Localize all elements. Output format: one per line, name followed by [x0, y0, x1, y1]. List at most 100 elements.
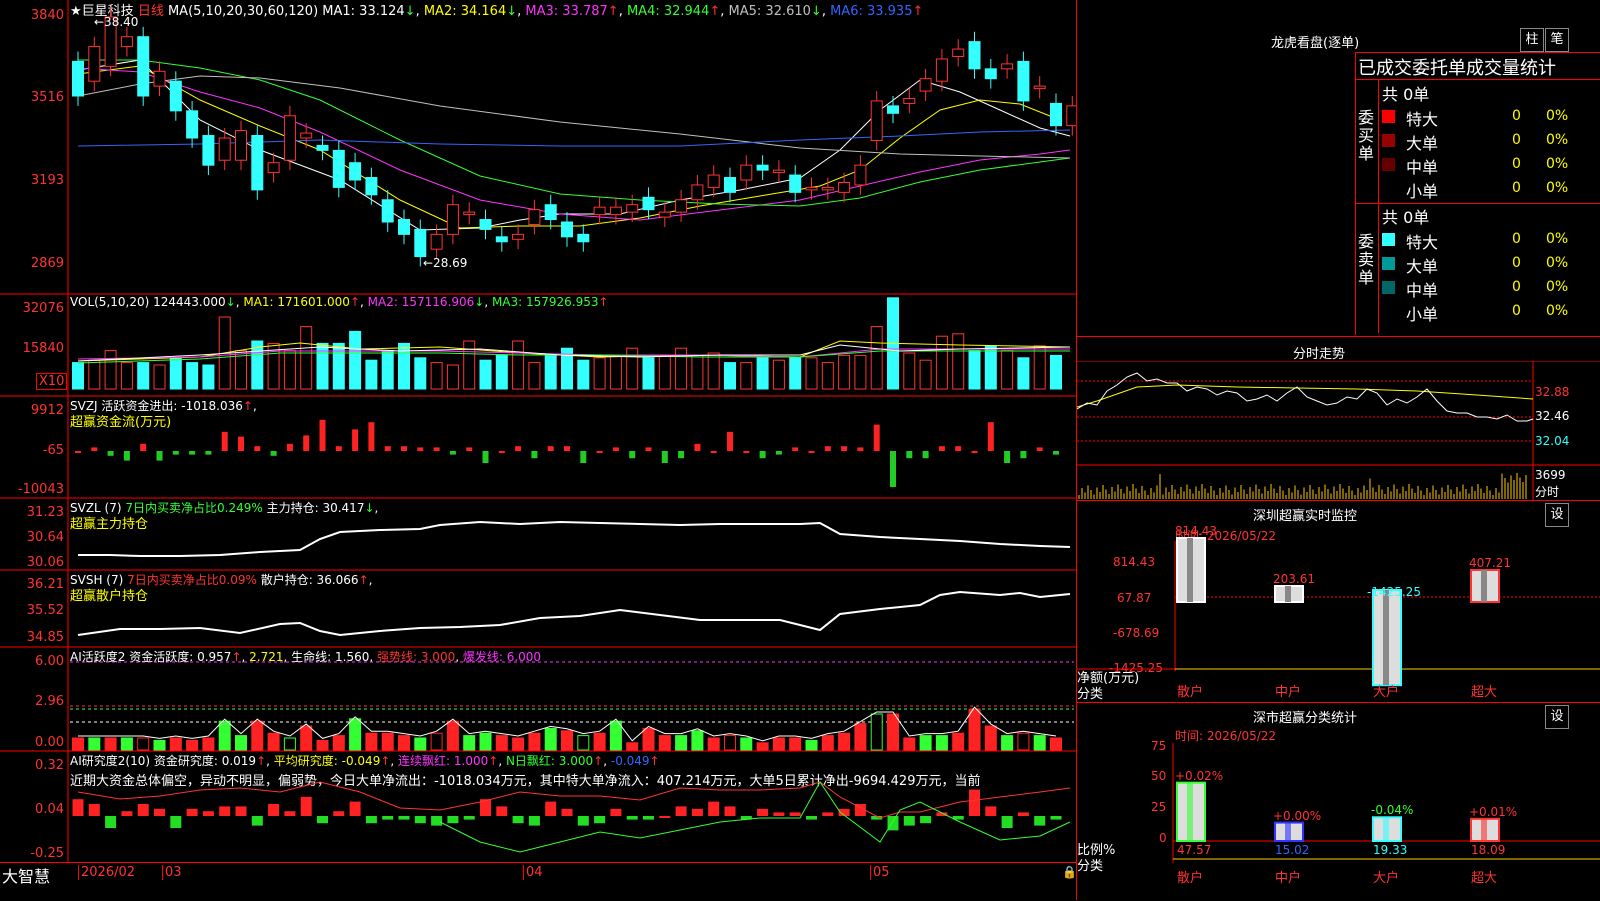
- vol-bar: [479, 359, 492, 390]
- fund-flow-bar: [254, 446, 261, 451]
- sell-row: 中单 0 0%: [1380, 276, 1600, 300]
- svzl-panel[interactable]: SVZL (7) 7日内买卖净占比0.249% 主力持仓: 30.417↓, 超…: [0, 499, 1076, 571]
- fund-flow-bar: [1004, 451, 1011, 463]
- fund-flow-bar: [629, 451, 636, 459]
- fund-flow-bar: [661, 451, 668, 463]
- research-bar: [757, 808, 769, 816]
- sell-pct: 0%: [1546, 279, 1569, 295]
- research-bar: [1050, 816, 1062, 820]
- vol-bar: [838, 354, 851, 390]
- realtime-panel[interactable]: 深圳超赢实时监控 设 时间: 2026/05/22 814.43 67.87 -…: [1077, 500, 1600, 703]
- fund-flow-bar: [775, 451, 782, 455]
- activity-bar: [968, 708, 981, 751]
- buy-label: 小单: [1406, 182, 1439, 201]
- candle-body: [772, 169, 785, 174]
- legend-swatch: [1382, 158, 1395, 171]
- date-label: 05: [870, 865, 890, 880]
- activity-bar: [316, 739, 329, 751]
- intraday-panel[interactable]: 分时走势 32.88 32.46 32.04 3699 分时: [1077, 336, 1600, 501]
- research-bar: [789, 812, 801, 816]
- classify-value-label: 47.57: [1177, 843, 1212, 857]
- candle-body: [120, 36, 133, 48]
- ai-active-panel[interactable]: AI活跃度2 资金活跃度: 0.957↑, 2.721, 生命线: 1.560,…: [0, 648, 1076, 752]
- candle-body: [577, 233, 590, 243]
- activity-bar: [104, 737, 117, 751]
- candle-body: [1033, 85, 1046, 90]
- research-bar: [626, 816, 638, 820]
- date-label: 04: [523, 865, 543, 880]
- candle-body: [251, 135, 264, 191]
- kline-panel[interactable]: ★巨星科技 日线 MA(5,10,20,30,60,120) MA1: 33.1…: [0, 0, 1076, 295]
- fund-flow-bar: [938, 446, 945, 451]
- research-bar: [219, 806, 231, 816]
- vol-bar: [169, 357, 182, 390]
- tick-mode-button[interactable]: 笔: [1545, 28, 1569, 52]
- vol-bar: [153, 364, 166, 390]
- intraday-title: 分时走势: [1293, 347, 1346, 362]
- buy-group-label: 委买单: [1358, 108, 1375, 163]
- candle-body: [593, 206, 606, 216]
- activity-bar: [658, 735, 671, 751]
- fund-flow-bar: [922, 451, 929, 459]
- research-bar: [349, 801, 361, 816]
- vol-bar: [104, 350, 117, 390]
- ai-research-panel[interactable]: AI研究度2(10) 资金研究度: 0.019↑, 平均研究度: -0.049↑…: [0, 752, 1076, 862]
- buy-total: 共 0单: [1382, 85, 1430, 104]
- bar-mode-button[interactable]: 柱: [1520, 28, 1544, 52]
- candle-body: [332, 149, 345, 188]
- svzj-panel[interactable]: SVZJ 活跃资金进出: -1018.036↑, 超赢资金流(万元) 9912 …: [0, 397, 1076, 499]
- intraday-chart[interactable]: [1077, 361, 1600, 501]
- fund-flow-bar: [987, 422, 994, 451]
- vol-bar: [968, 350, 981, 390]
- fund-flow-bar: [433, 447, 440, 451]
- research-bar: [691, 808, 703, 816]
- fund-flow-bar: [384, 446, 391, 451]
- activity-bar: [772, 737, 785, 751]
- sell-value: 0: [1512, 255, 1521, 271]
- candle-body: [740, 164, 753, 181]
- fund-flow-bar: [172, 451, 179, 455]
- fund-flow-bar: [1036, 447, 1043, 451]
- vol-bar: [756, 357, 769, 390]
- date-label: 2026/02: [78, 865, 135, 880]
- candle-body: [1017, 60, 1030, 102]
- kline-chart[interactable]: [0, 0, 1076, 295]
- research-bar: [284, 811, 296, 816]
- candle-body: [952, 48, 965, 57]
- candle-body: [789, 174, 802, 193]
- fund-flow-bar: [710, 451, 717, 453]
- realtime-value-label: 407.21: [1469, 556, 1511, 570]
- vol-bar: [283, 350, 296, 390]
- research-bar: [577, 816, 589, 826]
- candle-body: [202, 135, 215, 166]
- activity-bar: [838, 732, 851, 751]
- date-axis: 大智慧 2026/02 03 04 05 🔒: [0, 862, 1077, 886]
- svsh-panel[interactable]: SVSH (7) 7日内买卖净占比0.09% 散户持仓: 36.066↑, 超赢…: [0, 571, 1076, 648]
- research-bar: [806, 816, 817, 820]
- sell-total: 共 0单: [1382, 208, 1430, 227]
- vol-bar: [414, 357, 427, 390]
- research-bar: [545, 801, 557, 816]
- dragon-title: 龙虎看盘(逐单): [1271, 36, 1360, 51]
- vol-panel[interactable]: VOL(5,10,20) 124443.000↓, MA1: 171601.00…: [0, 295, 1076, 397]
- sell-group-label: 委卖单: [1358, 232, 1375, 287]
- candle-body: [186, 110, 199, 139]
- activity-bar: [283, 737, 296, 751]
- classify-panel[interactable]: 深市超赢分类统计 设 时间: 2026/05/22 75 50 25 0 比例%…: [1077, 702, 1600, 901]
- candle-body: [381, 199, 394, 223]
- activity-bar: [495, 735, 508, 751]
- fund-flow-bar: [221, 431, 228, 451]
- research-bar: [1034, 816, 1046, 826]
- activity-bar: [1050, 737, 1062, 751]
- vol-bar: [349, 330, 362, 390]
- brand-label: 大智慧: [2, 867, 51, 886]
- legend-swatch: [1382, 305, 1395, 318]
- vol-bar: [691, 354, 704, 390]
- candle-body: [691, 184, 704, 201]
- activity-bar: [137, 737, 150, 751]
- activity-bar: [381, 732, 394, 751]
- candle-body: [398, 219, 410, 235]
- candle-body: [838, 181, 851, 193]
- vol-bar: [772, 359, 785, 390]
- fund-flow-bar: [466, 447, 473, 451]
